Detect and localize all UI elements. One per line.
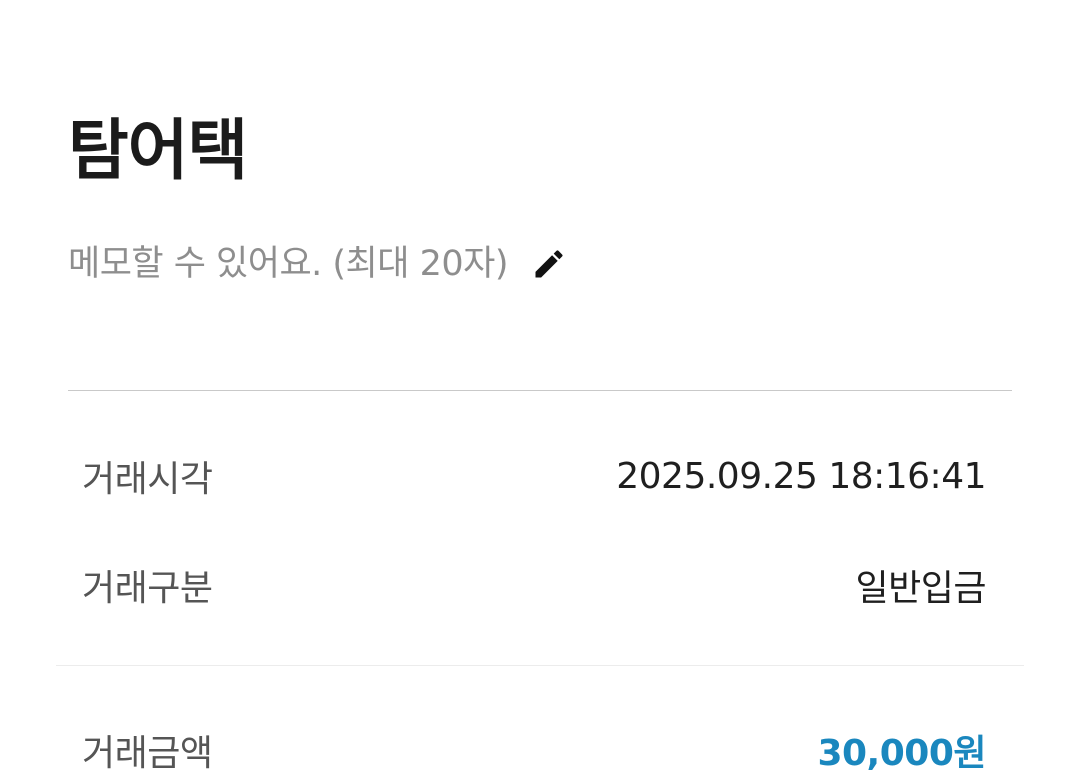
detail-value-time: 2025.09.25 18:16:41 bbox=[616, 455, 986, 497]
detail-value-amount: 30,000원 bbox=[817, 733, 986, 774]
pencil-icon bbox=[535, 250, 563, 278]
detail-value-type: 일반입금 bbox=[855, 568, 987, 609]
memo-row[interactable]: 메모할 수 있어요. (최대 20자) bbox=[68, 240, 568, 288]
memo-placeholder[interactable]: 메모할 수 있어요. (최대 20자) bbox=[68, 246, 508, 282]
detail-row-amount: 거래금액 30,000원 bbox=[82, 722, 986, 778]
edit-memo-button[interactable] bbox=[530, 245, 568, 283]
detail-label-type: 거래구분 bbox=[82, 568, 213, 609]
detail-label-time: 거래시각 bbox=[82, 459, 213, 500]
section-divider bbox=[68, 390, 1012, 391]
detail-row-type: 거래구분 일반입금 bbox=[82, 557, 987, 613]
amount-divider bbox=[56, 665, 1024, 666]
detail-row-time: 거래시각 2025.09.25 18:16:41 bbox=[82, 448, 986, 504]
detail-label-amount: 거래금액 bbox=[82, 733, 213, 774]
page-title: 탐어택 bbox=[68, 112, 248, 189]
